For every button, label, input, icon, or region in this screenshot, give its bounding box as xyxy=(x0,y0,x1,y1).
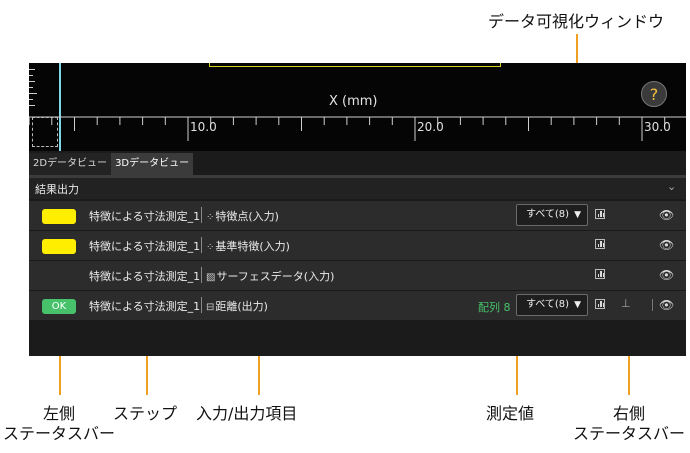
callout-step: ステップ xyxy=(113,404,178,423)
caret-down-icon: ▼ xyxy=(574,210,581,220)
pin-icon[interactable]: ⊥ xyxy=(621,297,631,310)
callout-right-status: 右側 ステータスバー xyxy=(572,404,685,443)
bar-chart-icon[interactable] xyxy=(595,209,605,219)
measurement-dropdown[interactable]: すべて(8) ▼ xyxy=(516,204,588,226)
tab-3d-data-view[interactable]: 3Dデータビュー xyxy=(111,153,194,175)
result-row[interactable]: 特徴による寸法測定_1 ⁘基準特徴(入力) 👁 xyxy=(29,230,686,260)
tick-label-20: 20.0 xyxy=(417,120,444,134)
eye-icon[interactable]: 👁 xyxy=(659,208,674,222)
callout-measured: 測定値 xyxy=(486,404,535,423)
status-indicator: OK xyxy=(42,299,76,314)
result-row[interactable]: 特徴による寸法測定_1 ⁘特徴点(入力) すべて(8) ▼ 👁 xyxy=(29,200,686,230)
results-output-title: 結果出力 xyxy=(35,183,79,196)
io-item: ⁘基準特徴(入力) xyxy=(206,238,290,254)
surface-data-icon: ▨ xyxy=(206,272,216,283)
caret-down-icon: ▼ xyxy=(574,300,581,310)
separator xyxy=(201,207,202,223)
bar-chart-icon[interactable] xyxy=(595,299,605,309)
result-row[interactable]: 特徴による寸法測定_1 ▨サーフェスデータ(入力) 👁 xyxy=(29,260,686,290)
bar-chart-icon[interactable] xyxy=(595,239,605,249)
callout-left-status: 左側 ステータスバー xyxy=(2,404,115,443)
data-viewer-canvas[interactable]: X (mm) ? 10.0 20.0 30.0 xyxy=(29,63,686,151)
io-item: ▨サーフェスデータ(入力) xyxy=(206,268,334,284)
origin-marker xyxy=(32,117,58,147)
selection-rectangle xyxy=(209,63,501,67)
x-ruler xyxy=(29,116,686,141)
io-item: ⁘特徴点(入力) xyxy=(206,208,279,224)
chevron-down-icon[interactable]: ⌄ xyxy=(667,180,676,193)
measurement-dropdown[interactable]: すべて(8) ▼ xyxy=(516,294,588,316)
callout-io: 入力/出力項目 xyxy=(196,404,298,423)
step-name: 特徴による寸法測定_1 xyxy=(89,300,201,313)
step-name: 特徴による寸法測定_1 xyxy=(89,270,201,283)
array-count: 配列 8 xyxy=(478,301,511,314)
app-window: X (mm) ? 10.0 20.0 30.0 2Dデータビュー 3Dデータビュ… xyxy=(29,63,686,356)
io-item-label: 特徴点(入力) xyxy=(215,210,279,223)
help-button[interactable]: ? xyxy=(641,81,667,107)
separator xyxy=(652,299,653,311)
io-item: ⊟距離(出力) xyxy=(206,298,268,314)
x-axis-label: X (mm) xyxy=(329,94,378,109)
callout-data-window: データ可視化ウィンドウ xyxy=(488,12,665,31)
eye-icon[interactable]: 👁 xyxy=(659,298,674,312)
eye-icon[interactable]: 👁 xyxy=(659,268,674,282)
results-output-header[interactable]: 結果出力 ⌄ xyxy=(29,178,686,199)
io-item-label: 基準特徴(入力) xyxy=(215,240,290,253)
feature-points-icon: ⁘ xyxy=(206,212,215,223)
tab-2d-data-view[interactable]: 2Dデータビュー xyxy=(29,153,112,175)
io-item-label: 距離(出力) xyxy=(215,300,268,313)
eye-icon[interactable]: 👁 xyxy=(659,238,674,252)
tick-label-30: 30.0 xyxy=(644,120,671,134)
step-name: 特徴による寸法測定_1 xyxy=(89,240,201,253)
separator xyxy=(201,297,202,313)
status-indicator xyxy=(42,239,76,254)
separator xyxy=(201,267,202,283)
result-row[interactable]: OK 特徴による寸法測定_1 ⊟距離(出力) 配列 8 すべて(8) ▼ ⊥ 👁 xyxy=(29,290,686,320)
step-name: 特徴による寸法測定_1 xyxy=(89,210,201,223)
bar-chart-icon[interactable] xyxy=(595,269,605,279)
separator xyxy=(201,237,202,253)
view-tabs: 2Dデータビュー 3Dデータビュー xyxy=(29,153,194,175)
dropdown-value: すべて(8) xyxy=(526,299,570,310)
tick-label-10: 10.0 xyxy=(190,120,217,134)
dropdown-value: すべて(8) xyxy=(526,209,570,220)
io-item-label: サーフェスデータ(入力) xyxy=(216,270,335,283)
reference-feature-icon: ⁘ xyxy=(206,242,215,253)
status-indicator xyxy=(42,209,76,224)
distance-icon: ⊟ xyxy=(206,302,215,313)
